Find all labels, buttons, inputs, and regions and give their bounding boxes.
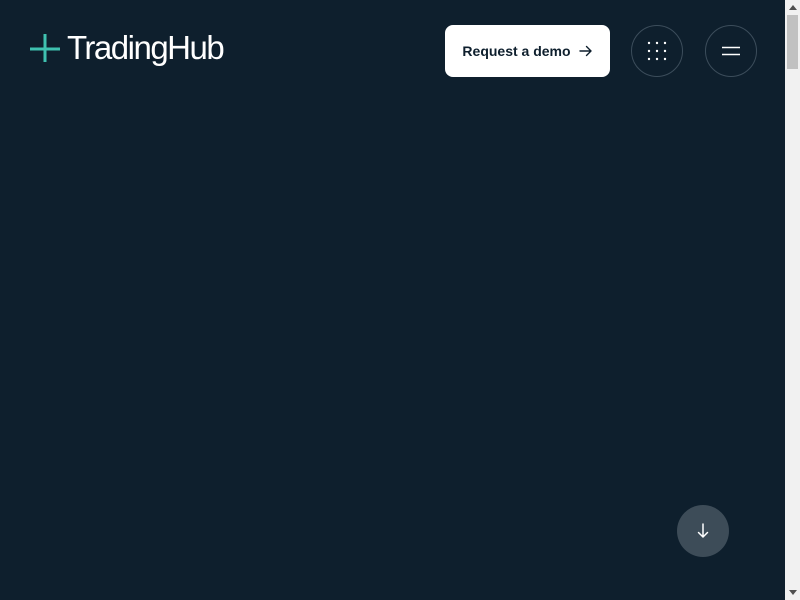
triangle-down-icon — [788, 590, 797, 595]
scroll-down-button[interactable] — [677, 505, 729, 557]
arrow-right-icon — [578, 45, 592, 57]
logo-text: TradingHub — [67, 29, 225, 66]
triangle-up-icon — [788, 5, 797, 10]
hamburger-icon — [722, 46, 740, 56]
vertical-scrollbar[interactable] — [785, 0, 800, 600]
request-demo-button[interactable]: Request a demo — [445, 25, 610, 77]
scrollbar-thumb[interactable] — [787, 15, 798, 69]
plus-cross-icon — [30, 34, 60, 62]
scroll-up-arrow[interactable] — [785, 0, 800, 15]
request-demo-label: Request a demo — [462, 43, 571, 59]
grid-dots-icon — [647, 41, 667, 61]
logo-link[interactable]: TradingHub — [28, 28, 225, 68]
hero-section: TradingHub Request a demo — [0, 0, 785, 600]
arrow-down-icon — [697, 523, 709, 538]
main-menu-button[interactable] — [705, 25, 757, 77]
page: TradingHub Request a demo — [0, 0, 800, 600]
scroll-down-arrow[interactable] — [785, 585, 800, 600]
apps-menu-button[interactable] — [631, 25, 683, 77]
